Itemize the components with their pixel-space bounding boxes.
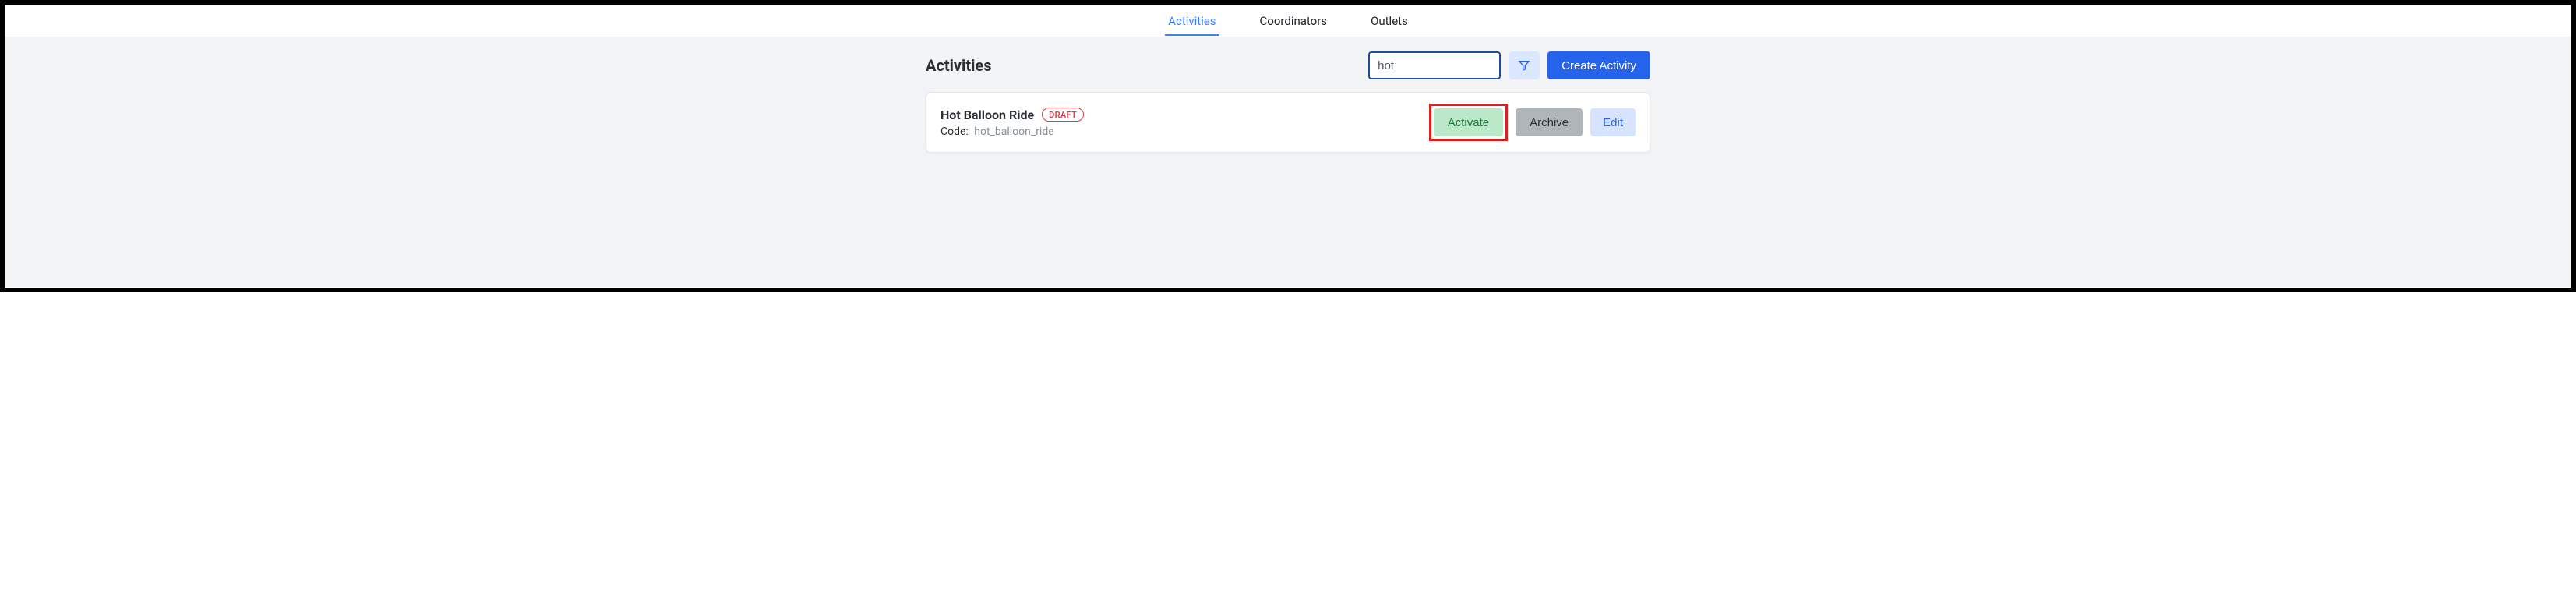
page-title: Activities [926, 56, 991, 75]
filter-icon [1518, 59, 1530, 72]
code-value: hot_balloon_ride [974, 125, 1053, 138]
code-label: Code: [940, 125, 969, 138]
create-activity-button[interactable]: Create Activity [1547, 51, 1650, 79]
activity-title: Hot Balloon Ride [940, 108, 1034, 122]
container: Activities Create Activity Hot Balloon R… [926, 51, 1650, 153]
archive-button[interactable]: Archive [1516, 108, 1583, 136]
status-badge: DRAFT [1042, 108, 1084, 122]
header-row: Activities Create Activity [926, 51, 1650, 79]
nav-tab-coordinators[interactable]: Coordinators [1257, 6, 1331, 36]
filter-button[interactable] [1509, 51, 1540, 79]
nav-tab-activities[interactable]: Activities [1165, 6, 1219, 36]
highlight-annotation: Activate [1429, 104, 1508, 141]
code-row: Code: hot_balloon_ride [940, 125, 1084, 138]
content-area: Activities Create Activity Hot Balloon R… [5, 37, 2571, 287]
top-nav: Activities Coordinators Outlets [5, 5, 2571, 37]
activity-card: Hot Balloon Ride DRAFT Code: hot_balloon… [926, 92, 1650, 153]
card-actions: Activate Archive Edit [1429, 104, 1636, 141]
activate-button[interactable]: Activate [1434, 108, 1503, 136]
title-row: Hot Balloon Ride DRAFT [940, 108, 1084, 122]
search-input[interactable] [1368, 51, 1501, 79]
nav-tab-outlets[interactable]: Outlets [1367, 6, 1411, 36]
edit-button[interactable]: Edit [1590, 108, 1636, 136]
header-controls: Create Activity [1368, 51, 1650, 79]
card-info: Hot Balloon Ride DRAFT Code: hot_balloon… [940, 108, 1084, 138]
